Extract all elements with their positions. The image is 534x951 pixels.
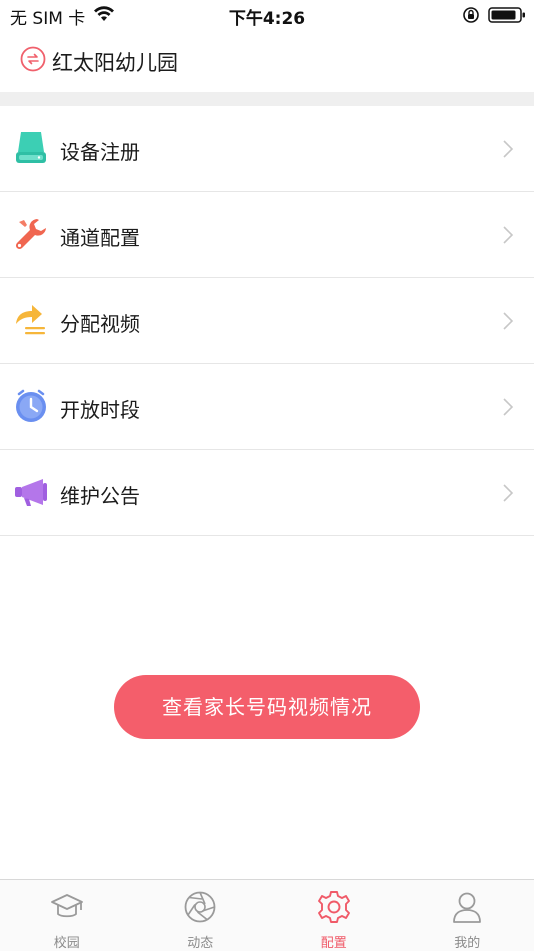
page-title: 红太阳幼儿园 bbox=[52, 47, 178, 77]
menu-item-assign-video[interactable]: 分配视频 bbox=[0, 278, 534, 364]
menu-item-label: 分配视频 bbox=[60, 308, 140, 337]
tab-bar: 校园 动态 配置 我的 bbox=[0, 879, 534, 951]
menu-item-label: 开放时段 bbox=[60, 394, 140, 423]
menu-item-maintenance-notice[interactable]: 维护公告 bbox=[0, 450, 534, 536]
tab-label: 动态 bbox=[134, 932, 268, 951]
tab-label: 校园 bbox=[0, 932, 134, 951]
menu-item-channel-config[interactable]: 通道配置 bbox=[0, 192, 534, 278]
tab-feed[interactable]: 动态 bbox=[134, 880, 268, 951]
gear-icon bbox=[317, 890, 351, 924]
tab-campus[interactable]: 校园 bbox=[0, 880, 134, 951]
status-time: 下午4:26 bbox=[0, 4, 534, 29]
menu-item-device-register[interactable]: 设备注册 bbox=[0, 106, 534, 192]
school-logo-icon bbox=[20, 46, 46, 76]
chevron-right-icon bbox=[502, 483, 514, 507]
chevron-right-icon bbox=[502, 311, 514, 335]
tab-label: 配置 bbox=[267, 932, 401, 951]
chevron-right-icon bbox=[502, 397, 514, 421]
server-icon bbox=[13, 130, 49, 166]
wrench-icon bbox=[13, 216, 49, 252]
share-arrow-icon bbox=[13, 302, 49, 338]
graduation-cap-icon bbox=[50, 890, 84, 924]
status-bar: 无 SIM 卡 下午4:26 bbox=[0, 0, 534, 30]
person-icon bbox=[450, 890, 484, 924]
battery-icon bbox=[488, 6, 526, 28]
tab-config[interactable]: 配置 bbox=[267, 880, 401, 951]
config-menu: 设备注册 通道配置 分配视频 bbox=[0, 106, 534, 536]
section-divider bbox=[0, 92, 534, 106]
chevron-right-icon bbox=[502, 139, 514, 163]
orientation-lock-icon bbox=[462, 6, 480, 28]
clock-icon bbox=[13, 388, 49, 424]
menu-item-label: 通道配置 bbox=[60, 222, 140, 251]
aperture-icon bbox=[183, 890, 217, 924]
tab-mine[interactable]: 我的 bbox=[401, 880, 534, 951]
menu-item-label: 设备注册 bbox=[60, 136, 140, 165]
menu-item-open-hours[interactable]: 开放时段 bbox=[0, 364, 534, 450]
view-parent-video-status-button[interactable]: 查看家长号码视频情况 bbox=[114, 675, 420, 739]
chevron-right-icon bbox=[502, 225, 514, 249]
menu-item-label: 维护公告 bbox=[60, 480, 140, 509]
tab-label: 我的 bbox=[401, 932, 534, 951]
megaphone-icon bbox=[13, 474, 49, 510]
page-header: 红太阳幼儿园 bbox=[0, 30, 534, 92]
status-right bbox=[462, 6, 526, 28]
